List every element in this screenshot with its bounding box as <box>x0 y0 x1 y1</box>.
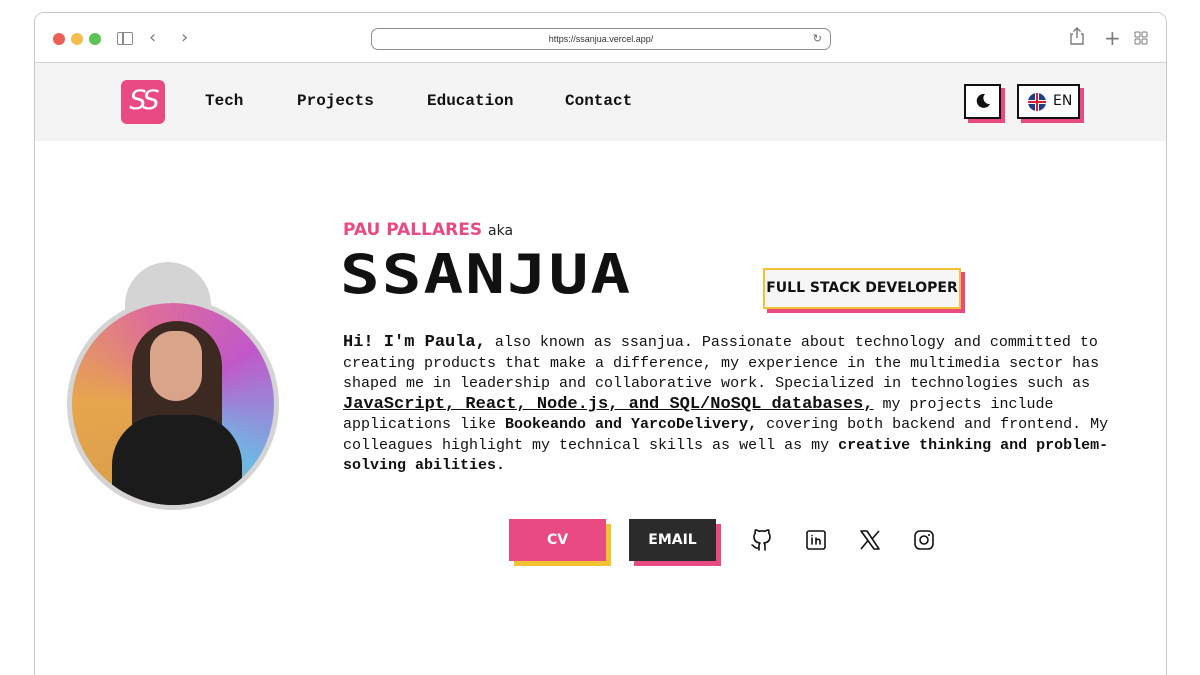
full-name: PAU PALLARES <box>343 220 483 240</box>
site-logo[interactable]: SS <box>121 80 165 124</box>
maximize-window-button[interactable] <box>89 33 101 45</box>
instagram-icon[interactable] <box>912 528 936 552</box>
back-arrow-icon[interactable]: ‹ <box>149 27 156 49</box>
role-badge: FULL STACK DEVELOPER <box>763 268 961 309</box>
cv-button[interactable]: CV <box>509 519 606 561</box>
avatar-face-shape <box>150 331 202 401</box>
nav-link-contact[interactable]: Contact <box>565 92 632 110</box>
intro-name-line: PAU PALLARES aka <box>343 220 513 240</box>
bio-projects: Bookeando and YarcoDelivery, <box>505 416 758 433</box>
tab-overview-icon[interactable] <box>1134 30 1148 52</box>
x-icon[interactable] <box>858 528 882 552</box>
linkedin-icon[interactable] <box>804 528 828 552</box>
nav-link-tech[interactable]: Tech <box>205 92 243 110</box>
bio-paragraph: Hi! I'm Paula, also known as ssanjua. Pa… <box>343 333 1118 477</box>
nav-link-projects[interactable]: Projects <box>297 92 374 110</box>
site-navbar: SS Tech Projects Education Contact EN <box>35 63 1166 141</box>
reload-icon[interactable]: ↻ <box>813 29 822 49</box>
theme-toggle-button[interactable] <box>964 84 1001 119</box>
alias-title: SSANJUA <box>340 243 633 307</box>
close-window-button[interactable] <box>53 33 65 45</box>
github-icon[interactable] <box>750 528 774 552</box>
profile-avatar <box>67 262 281 510</box>
forward-arrow-icon[interactable]: › <box>181 27 188 49</box>
moon-icon <box>976 93 990 108</box>
browser-toolbar: ‹ › https://ssanjua.vercel.app/ ↻ + <box>35 13 1166 63</box>
url-text: https://ssanjua.vercel.app/ <box>548 34 654 44</box>
avatar-body-shape <box>112 415 242 505</box>
language-button[interactable]: EN <box>1017 84 1080 119</box>
share-icon[interactable] <box>1070 27 1084 51</box>
email-button[interactable]: EMAIL <box>629 519 716 561</box>
minimize-window-button[interactable] <box>71 33 83 45</box>
aka-text: aka <box>488 223 514 239</box>
language-label: EN <box>1053 93 1073 109</box>
sidebar-toggle-icon[interactable] <box>117 32 133 45</box>
nav-link-education[interactable]: Education <box>427 92 513 110</box>
uk-flag-icon <box>1028 93 1046 111</box>
bio-greeting: Hi! I'm Paula, <box>343 333 486 352</box>
address-bar[interactable]: https://ssanjua.vercel.app/ ↻ <box>371 28 831 50</box>
bio-tech-stack: JavaScript, React, Node.js, and SQL/NoSQ… <box>343 394 874 414</box>
avatar-photo <box>67 298 279 510</box>
new-tab-icon[interactable]: + <box>1104 27 1121 49</box>
